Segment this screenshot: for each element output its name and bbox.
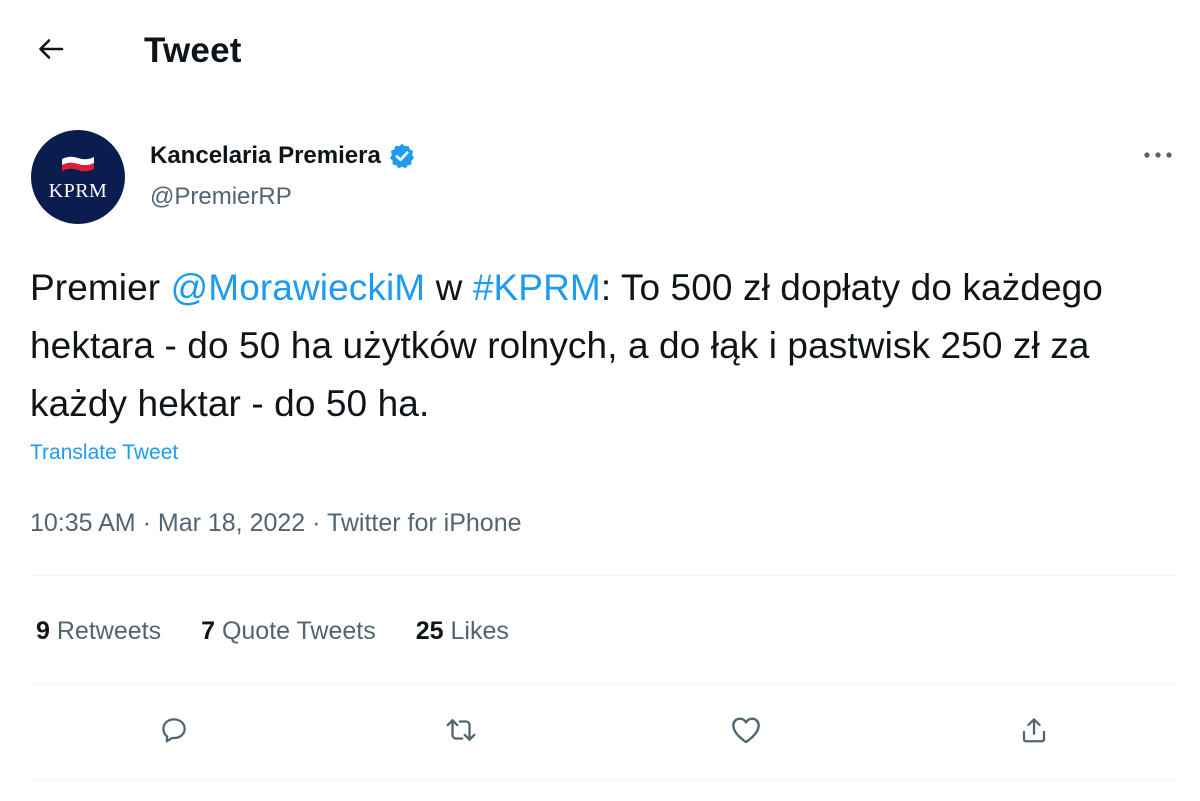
arrow-left-icon xyxy=(38,37,64,66)
more-dots-icon xyxy=(1143,146,1173,164)
quote-tweets-label: Quote Tweets xyxy=(221,617,376,645)
avatar-logo-text: KPRM xyxy=(48,180,108,202)
divider xyxy=(30,575,1176,576)
share-icon xyxy=(1019,715,1049,750)
mention-link[interactable]: @MorawieckiM xyxy=(171,267,426,308)
likes-count: 25 xyxy=(415,617,444,645)
tweet-text: Premier @MorawieckiM w #KPRM: To 500 zł … xyxy=(30,259,1170,433)
retweet-button[interactable] xyxy=(436,707,486,757)
likes-stat-link[interactable]: 25 Likes xyxy=(416,614,509,648)
quote-tweets-count: 7 xyxy=(201,617,215,645)
retweet-icon xyxy=(444,715,478,750)
tweet-date[interactable]: Mar 18, 2022 xyxy=(158,509,305,537)
translate-tweet-link[interactable]: Translate Tweet xyxy=(30,440,178,466)
retweets-label: Retweets xyxy=(56,617,162,645)
author-handle[interactable]: @PremierRP xyxy=(150,182,292,212)
more-options-button[interactable] xyxy=(1136,140,1180,170)
tweet-source[interactable]: Twitter for iPhone xyxy=(327,509,522,537)
hashtag-link[interactable]: #KPRM xyxy=(473,267,601,308)
divider xyxy=(30,780,1176,781)
verified-badge-icon xyxy=(388,142,416,170)
like-button[interactable] xyxy=(721,707,771,757)
tweet-text-part: w xyxy=(425,267,473,308)
divider xyxy=(30,684,1176,685)
tweet-metadata: 10:35 AM · Mar 18, 2022 · Twitter for iP… xyxy=(30,508,522,538)
meta-separator: · xyxy=(312,509,321,537)
heart-icon xyxy=(730,715,762,750)
meta-separator: · xyxy=(142,509,151,537)
tweet-time[interactable]: 10:35 AM xyxy=(30,509,136,537)
share-button[interactable] xyxy=(1009,707,1059,757)
author-name-link[interactable]: Kancelaria Premiera xyxy=(150,141,416,171)
avatar[interactable]: KPRM xyxy=(31,130,125,224)
retweets-count: 9 xyxy=(36,617,50,645)
flag-logo-icon xyxy=(60,154,96,179)
back-button[interactable] xyxy=(26,26,76,76)
tweet-stats: 9 Retweets 7 Quote Tweets 25 Likes xyxy=(36,614,549,648)
tweet-text-part: Premier xyxy=(30,267,171,308)
likes-label: Likes xyxy=(450,617,509,645)
page-title: Tweet xyxy=(144,31,242,70)
reply-icon xyxy=(159,715,189,750)
retweets-stat-link[interactable]: 9 Retweets xyxy=(36,614,161,648)
reply-button[interactable] xyxy=(149,707,199,757)
author-display-name: Kancelaria Premiera xyxy=(150,142,381,169)
quote-tweets-stat-link[interactable]: 7 Quote Tweets xyxy=(201,614,376,648)
tweet-header: Tweet xyxy=(0,0,1200,104)
